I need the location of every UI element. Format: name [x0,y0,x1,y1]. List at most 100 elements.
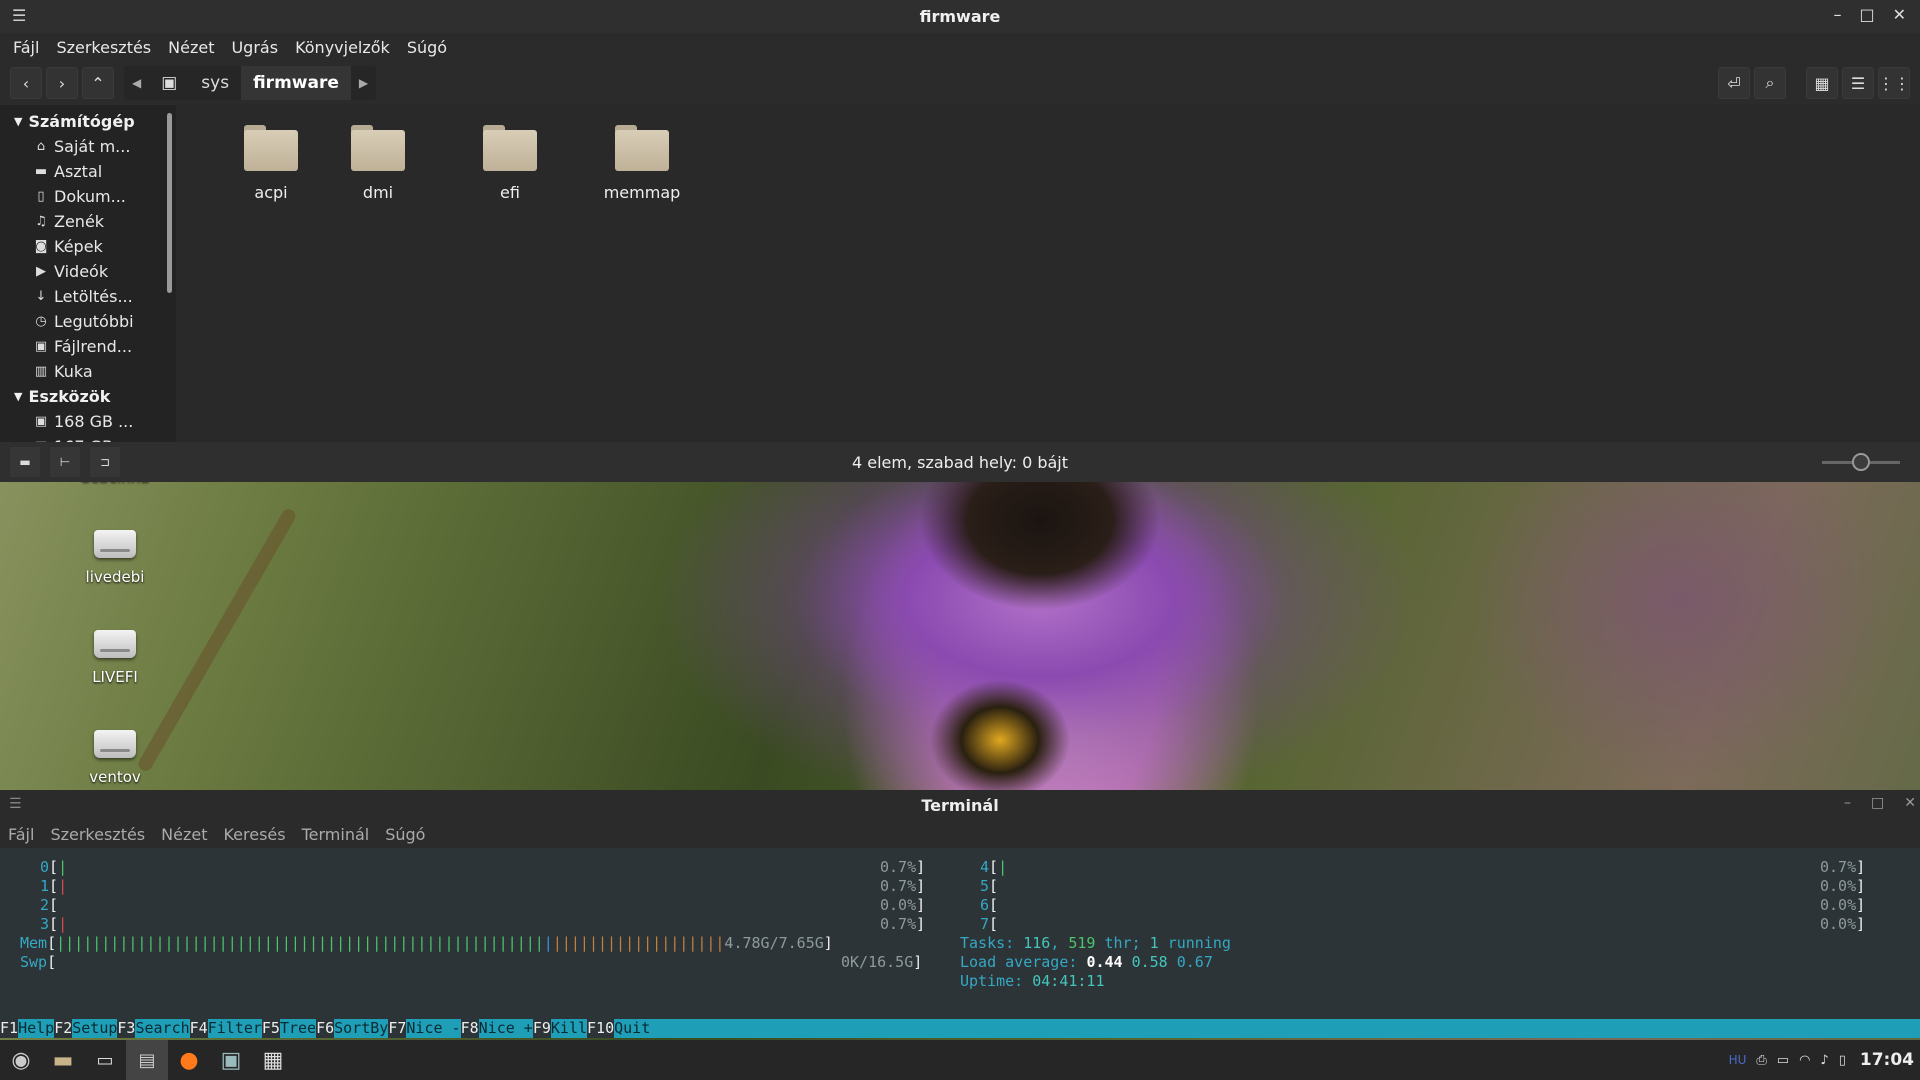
function-key[interactable]: F6 SortBy [316,1019,388,1038]
compact-view-button[interactable]: ⋮⋮ [1878,67,1910,99]
function-key[interactable]: F7 Nice - [388,1019,461,1038]
cpu-pct-1: 0.7%] [880,877,926,895]
minimize-icon[interactable]: – [1833,5,1841,24]
breadcrumb-firmware[interactable]: firmware [241,66,351,100]
function-key[interactable]: F10 Quit [587,1019,650,1038]
menu-file[interactable]: Fájl [8,825,34,844]
terminal-icon: ▭ [96,1049,114,1071]
sidebar-item[interactable]: ↓ Letöltés... [0,284,176,309]
function-key[interactable]: F4 Filter [189,1019,262,1038]
desktop-icon-ventov[interactable]: ventov [70,730,160,786]
places-toggle-button[interactable]: ▬ [10,447,40,477]
location-toggle-button[interactable]: ⏎ [1718,67,1750,99]
folder-efi[interactable]: efi [460,125,560,202]
menu-view[interactable]: Nézet [161,825,207,844]
taskbar-firefox[interactable]: ● [168,1040,210,1080]
search-icon: ⌕ [1765,73,1775,92]
forward-button[interactable]: › [46,67,78,99]
breadcrumb-left-arrow-icon[interactable]: ◀ [124,76,149,90]
taskbar: ◉ ▬ ▭ ▤ ● ▣ ▦ HU ⎙ ▭ ◠ ♪ ▯ 17:04 [0,1040,1920,1080]
sidebar-item[interactable]: ▶ Videók [0,259,176,284]
tree-toggle-button[interactable]: ⊢ [50,447,80,477]
fm-titlebar[interactable]: ☰ firmware – □ ✕ [0,0,1920,33]
taskbar-terminal[interactable]: ▭ [84,1040,126,1080]
function-key[interactable]: F1 Help [0,1019,54,1038]
search-button[interactable]: ⌕ [1754,67,1786,99]
function-key[interactable]: F9 Kill [532,1019,587,1038]
sidebar-item[interactable]: ▥ Kuka [0,359,176,384]
breadcrumb-right-arrow-icon[interactable]: ▶ [351,76,376,90]
desktop-icon-label: LIVEFI [92,668,138,686]
wifi-icon[interactable]: ◠ [1799,1053,1810,1068]
menu-edit[interactable]: Szerkesztés [56,38,151,57]
menu-view[interactable]: Nézet [168,38,214,57]
menu-search[interactable]: Keresés [223,825,285,844]
terminal-titlebar[interactable]: ☰ Terminál – □ ✕ [0,790,1920,820]
volume-icon[interactable]: ♪ [1820,1053,1828,1068]
taskbar-file-manager[interactable]: ▬ [42,1040,84,1080]
menu-go[interactable]: Ugrás [231,38,278,57]
function-key[interactable]: F8 Nice + [460,1019,533,1038]
breadcrumb-sys[interactable]: sys [189,66,241,100]
window-menu-icon[interactable]: ☰ [12,6,26,25]
sidebar-scrollbar[interactable] [167,113,172,293]
zoom-slider[interactable] [1822,453,1900,471]
sidebar-item[interactable]: ▣167 GB ... [0,434,176,442]
terminal-screen[interactable]: 0[| 1[| 2[ 3[| 0.7%] 0.7%] 0.0%] 0.7%] M… [0,848,1920,1038]
cpu-pct-2: 0.0%] [880,896,926,914]
menu-bookmarks[interactable]: Könyvjelzők [295,38,390,57]
sidebar-item[interactable]: ◙ Képek [0,234,176,259]
desktop-icon-livefi[interactable]: LIVEFI [70,630,160,686]
sidebar-section-computer[interactable]: ▼ Számítógép [0,109,176,134]
menu-help[interactable]: Súgó [385,825,425,844]
sidebar-item[interactable]: ▣ Fájlrend... [0,334,176,359]
system-tray: HU ⎙ ▭ ◠ ♪ ▯ 17:04 [1729,1040,1914,1080]
menu-edit[interactable]: Szerkesztés [50,825,145,844]
close-icon[interactable]: ✕ [1893,5,1906,24]
menu-help[interactable]: Súgó [407,38,447,57]
sidebar-item[interactable]: ♫ Zenék [0,209,176,234]
sidebar-item[interactable]: ▬ Asztal [0,159,176,184]
taskbar-active-window[interactable]: ▤ [126,1040,168,1080]
maximize-icon[interactable]: □ [1871,795,1884,811]
menu-terminal[interactable]: Terminál [302,825,370,844]
drive-tray-icon[interactable]: ▭ [1777,1053,1789,1068]
sidebar-item[interactable]: ▯ Dokum... [0,184,176,209]
back-button[interactable]: ‹ [10,67,42,99]
folder-dmi[interactable]: dmi [328,125,428,202]
function-key[interactable]: F3 Search [117,1019,190,1038]
function-key-number: F3 [117,1019,136,1038]
function-key-number: F1 [0,1019,19,1038]
sidebar-item[interactable]: ⌂ Saját m... [0,134,176,159]
menu-file[interactable]: Fájl [13,38,39,57]
camera-icon: ◙ [34,239,48,254]
folder-memmap[interactable]: memmap [592,125,692,202]
function-key[interactable]: F5 Tree [261,1019,316,1038]
close-icon[interactable]: ✕ [1904,795,1916,811]
printer-icon[interactable]: ⎙ [1756,1053,1766,1068]
file-view[interactable]: acpi dmi efi memmap [176,105,1920,442]
sidebar-hide-button[interactable]: ⊐ [90,447,120,477]
minimize-icon[interactable]: – [1844,795,1851,811]
breadcrumb-root-drive[interactable]: ▣ [149,66,189,100]
up-button[interactable]: ⌃ [82,67,114,99]
start-menu-button[interactable]: ◉ [0,1040,42,1080]
battery-icon[interactable]: ▯ [1839,1053,1846,1068]
desktop-icon-livedebi[interactable]: livedebi [70,530,160,586]
icon-view-button[interactable]: ▦ [1806,67,1838,99]
taskbar-disks[interactable]: ▣ [210,1040,252,1080]
fm-statusbar: ▬ ⊢ ⊐ 4 elem, szabad hely: 0 bájt [0,442,1920,482]
desktop-folder-icon: ▬ [34,164,48,179]
zoom-slider-knob[interactable] [1852,453,1870,471]
sidebar-section-devices[interactable]: ▼ Eszközök [0,384,176,409]
sidebar-item[interactable]: ◷ Legutóbbi [0,309,176,334]
maximize-icon[interactable]: □ [1859,5,1874,24]
keyboard-layout[interactable]: HU [1729,1053,1747,1067]
window-menu-icon[interactable]: ☰ [9,796,22,812]
clock[interactable]: 17:04 [1860,1050,1914,1070]
list-view-button[interactable]: ☰ [1842,67,1874,99]
sidebar-item[interactable]: ▣ 168 GB ... [0,409,176,434]
taskbar-calculator[interactable]: ▦ [252,1040,294,1080]
function-key[interactable]: F2 Setup [54,1019,117,1038]
folder-acpi[interactable]: acpi [221,125,321,202]
